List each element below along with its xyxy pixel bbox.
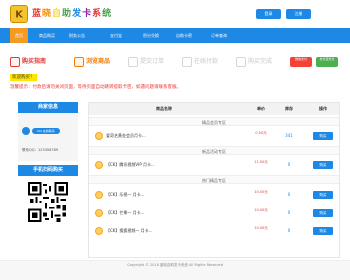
table-row: 【CK】芒果一 月卡... 10.00元 0 购买 bbox=[89, 205, 339, 221]
avatar bbox=[22, 127, 30, 135]
col-price: 单价 bbox=[257, 106, 265, 111]
login-button[interactable]: 登录 bbox=[256, 9, 281, 19]
warning-text: 温馨提示：付款后请勿关闭页面，等待页面自动跳转提取卡密，如遇问题请联系客服。 bbox=[10, 85, 181, 90]
buy-button[interactable]: 购买 bbox=[313, 227, 333, 235]
site-title: 蓝晓自助发卡系统 bbox=[32, 6, 112, 19]
purchase-steps: 购买指南 浏览商品 提交订单 在线付款 购买完成 微信支付 支付宝支付 bbox=[10, 52, 342, 72]
col-name: 商品名称 bbox=[156, 106, 172, 111]
site-title-char: 统 bbox=[102, 9, 113, 19]
step-done: 购买完成 bbox=[236, 52, 272, 72]
nav-item-buy[interactable]: 商品购买 bbox=[36, 28, 58, 43]
wallet-icon bbox=[182, 56, 192, 67]
product-price: 10.00元 bbox=[254, 208, 268, 212]
product-stock: 341 bbox=[285, 133, 293, 138]
merchant-info: QQ 在线联系 联系QQ：123456789 bbox=[18, 113, 78, 161]
product-stock: 0 bbox=[287, 192, 291, 197]
category-header: 精品会员专区 bbox=[89, 117, 339, 126]
buy-button[interactable]: 购买 bbox=[313, 161, 333, 169]
step-label: 在线付款 bbox=[194, 58, 219, 65]
product-name[interactable]: 【CK】搜狐视频一 月卡... bbox=[106, 223, 153, 239]
nav-item-self-card[interactable]: 自助卡密 bbox=[172, 28, 196, 43]
table-row: 【CK】乐视一 月卡... 10.00元 0 购买 bbox=[89, 187, 339, 203]
qr-code-icon bbox=[28, 182, 68, 222]
nav-item-home[interactable]: 首页 bbox=[10, 28, 28, 43]
browse-icon bbox=[74, 56, 84, 67]
buy-button[interactable]: 购买 bbox=[313, 132, 333, 140]
site-title-char: 蓝 bbox=[32, 9, 43, 19]
mobile-buy-title: 手机扫码购买 bbox=[18, 165, 78, 176]
product-icon bbox=[95, 191, 103, 199]
product-name[interactable]: 【CK】腾讯视频VIP 月卡... bbox=[106, 157, 155, 173]
nav-item-order-query[interactable]: 订单查询 bbox=[208, 28, 230, 43]
merchant-panel: 商家信息 QQ 在线联系 联系QQ：123456789 手机扫码购买 bbox=[18, 102, 78, 222]
product-icon bbox=[95, 227, 103, 235]
table-header: 商品名称 单价 库存 操作 bbox=[89, 103, 339, 115]
step-submit: 提交订单 bbox=[128, 52, 164, 72]
merchant-title: 商家信息 bbox=[18, 102, 78, 113]
table-row: 【CK】腾讯视频VIP 月卡... 11.00元 0 购买 bbox=[89, 157, 339, 173]
table-row: 爱奇艺黄金会员月卡... 0.50元 341 购买 bbox=[89, 128, 339, 144]
footer-copyright: Copyright © 2018 蓝晓自助发卡系统 All Rights Res… bbox=[127, 263, 223, 267]
product-stock: 0 bbox=[287, 228, 291, 233]
qr-code bbox=[28, 182, 68, 222]
product-icon bbox=[95, 209, 103, 217]
step-label: 购买指南 bbox=[22, 58, 47, 65]
table-row: 【CK】搜狐视频一 月卡... 10.00元 0 购买 bbox=[89, 223, 339, 239]
nav-item-finance[interactable]: 财务公告 bbox=[66, 28, 88, 43]
alipay-badge: 支付宝支付 bbox=[316, 57, 338, 67]
product-icon bbox=[95, 161, 103, 169]
qq-contact-button[interactable]: QQ 在线联系 bbox=[32, 128, 60, 134]
product-name[interactable]: 【CK】乐视一 月卡... bbox=[106, 187, 145, 203]
product-price: 0.50元 bbox=[255, 131, 267, 135]
site-logo[interactable]: K bbox=[10, 5, 28, 23]
nav-item-alipay[interactable]: 支付宝 bbox=[104, 28, 128, 43]
product-icon bbox=[95, 132, 103, 140]
step-label: 购买完成 bbox=[248, 58, 273, 65]
site-title-char: 自 bbox=[52, 9, 63, 19]
step-pay: 在线付款 bbox=[182, 52, 218, 72]
site-title-char: 系 bbox=[92, 9, 103, 19]
register-button[interactable]: 注册 bbox=[286, 9, 311, 19]
buy-button[interactable]: 购买 bbox=[313, 209, 333, 217]
product-stock: 0 bbox=[287, 162, 291, 167]
site-title-char: 发 bbox=[72, 9, 83, 19]
col-stock: 库存 bbox=[285, 106, 293, 111]
check-icon bbox=[236, 56, 246, 67]
col-action: 操作 bbox=[319, 106, 327, 111]
nav-item-points[interactable]: 积分兑换 bbox=[140, 28, 162, 43]
wechat-pay-badge: 微信支付 bbox=[290, 57, 312, 67]
notice-banner: 欢迎购买！ bbox=[10, 74, 37, 81]
step-browse: 浏览商品 bbox=[74, 52, 110, 72]
step-guide: 购买指南 bbox=[10, 52, 46, 72]
step-label: 提交订单 bbox=[140, 58, 165, 65]
product-price: 11.00元 bbox=[254, 160, 268, 164]
svg-text:K: K bbox=[15, 10, 23, 21]
product-name[interactable]: 【CK】芒果一 月卡... bbox=[106, 205, 145, 221]
product-table: 商品名称 单价 库存 操作 精品会员专区 爱奇艺黄金会员月卡... 0.50元 … bbox=[88, 102, 340, 258]
site-title-char: 晓 bbox=[42, 9, 53, 19]
step-label: 浏览商品 bbox=[86, 58, 111, 65]
site-footer: Copyright © 2018 蓝晓自助发卡系统 All Rights Res… bbox=[0, 260, 350, 280]
product-stock: 0 bbox=[287, 210, 291, 215]
order-icon bbox=[128, 56, 138, 67]
site-title-char: 助 bbox=[62, 9, 73, 19]
buy-button[interactable]: 购买 bbox=[313, 191, 333, 199]
category-header: 热门精品专区 bbox=[89, 175, 339, 184]
site-title-char: 卡 bbox=[82, 9, 93, 19]
category-header: 新品活动专区 bbox=[89, 146, 339, 155]
main-nav: 首页 商品购买 财务公告 支付宝 积分兑换 自助卡密 订单查询 bbox=[0, 28, 350, 43]
product-name[interactable]: 爱奇艺黄金会员月卡... bbox=[106, 128, 146, 144]
site-header: K 蓝晓自助发卡系统 登录 注册 bbox=[0, 0, 350, 28]
contact-text: 联系QQ：123456789 bbox=[22, 148, 59, 152]
product-price: 10.00元 bbox=[254, 226, 268, 230]
cart-icon bbox=[10, 56, 20, 67]
product-price: 10.00元 bbox=[254, 190, 268, 194]
logo-icon: K bbox=[15, 10, 23, 21]
